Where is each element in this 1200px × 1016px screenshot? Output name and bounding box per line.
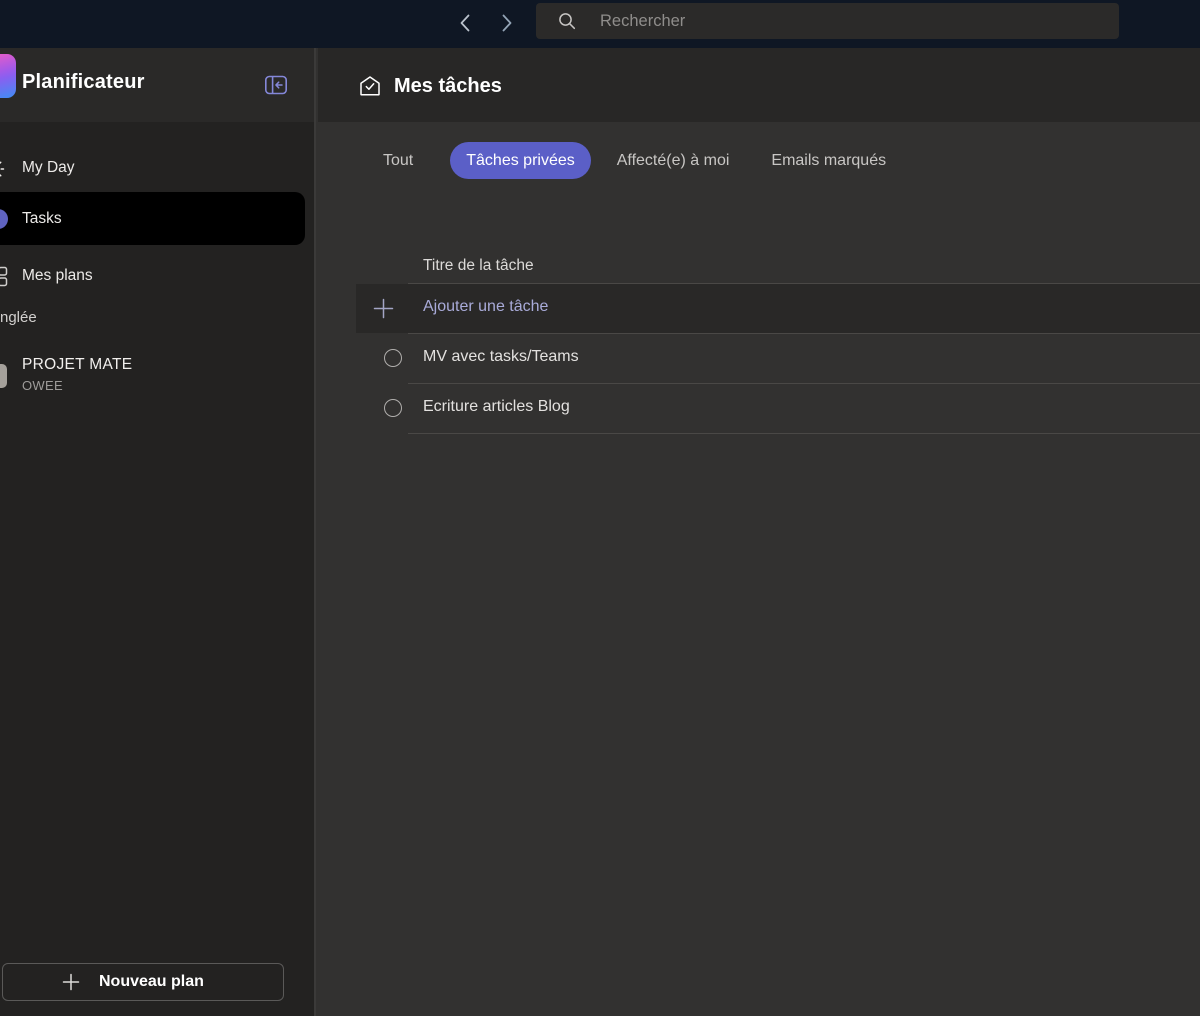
my-tasks-icon <box>358 74 382 98</box>
task-title: MV avec tasks/Teams <box>423 348 579 366</box>
task-title: Ecriture articles Blog <box>423 398 570 416</box>
add-task-row[interactable]: Ajouter une tâche <box>356 284 1200 333</box>
chevron-right-icon <box>500 13 514 33</box>
search-placeholder: Rechercher <box>600 12 685 31</box>
main-content: Mes tâches Tout Tâches privées Affecté(e… <box>318 48 1200 1016</box>
column-header-task-title: Titre de la tâche <box>423 257 534 275</box>
sidebar-item-label: Tasks <box>22 210 62 228</box>
sidebar-item-label: Mes plans <box>22 267 93 285</box>
task-checkbox[interactable] <box>384 399 402 417</box>
sidebar-item-label: My Day <box>22 159 75 177</box>
planner-logo-icon <box>0 54 16 98</box>
sidebar-item-my-day[interactable]: My Day <box>0 144 316 192</box>
task-row[interactable]: MV avec tasks/Teams <box>356 333 1200 383</box>
row-separator <box>408 433 1200 434</box>
sidebar: Planificateur My Day Tasks <box>0 48 316 1016</box>
sidebar-item-tasks[interactable]: Tasks <box>0 192 316 245</box>
collapse-panel-icon <box>263 72 289 98</box>
pinned-plan-subtitle: OWEE <box>22 378 63 393</box>
search-input[interactable]: Rechercher <box>536 3 1119 39</box>
pinned-plan-title: PROJET MATE <box>22 356 132 374</box>
tab-emails-marques[interactable]: Emails marqués <box>755 142 902 179</box>
sun-icon <box>0 158 5 180</box>
tab-tout[interactable]: Tout <box>367 142 429 179</box>
top-bar: Rechercher <box>0 0 1200 48</box>
sidebar-item-pinned-plan[interactable]: PROJET MATE OWEE <box>0 348 316 404</box>
sidebar-item-mes-plans[interactable]: Mes plans <box>0 252 316 300</box>
pinned-section-label: nglée <box>0 309 37 326</box>
back-button[interactable] <box>456 11 474 35</box>
new-plan-button[interactable]: Nouveau plan <box>2 963 284 1001</box>
search-icon <box>558 12 576 30</box>
filter-tabs: Tout Tâches privées Affecté(e) à moi Ema… <box>367 142 902 179</box>
task-row[interactable]: Ecriture articles Blog <box>356 383 1200 433</box>
tab-affecte-a-moi[interactable]: Affecté(e) à moi <box>601 142 746 179</box>
chevron-left-icon <box>458 13 472 33</box>
plan-avatar <box>0 364 7 388</box>
plus-icon <box>372 297 395 320</box>
new-plan-label: Nouveau plan <box>99 973 204 991</box>
sidebar-header: Planificateur <box>0 48 314 122</box>
grid-icon <box>0 266 8 287</box>
tab-taches-privees[interactable]: Tâches privées <box>450 142 591 179</box>
page-title: Mes tâches <box>394 75 502 98</box>
app-title: Planificateur <box>22 71 145 94</box>
forward-button[interactable] <box>498 11 516 35</box>
collapse-sidebar-button[interactable] <box>262 71 290 99</box>
main-header: Mes tâches <box>318 48 1200 122</box>
plus-icon <box>61 972 81 992</box>
task-checkbox[interactable] <box>384 349 402 367</box>
add-task-label: Ajouter une tâche <box>423 298 548 316</box>
